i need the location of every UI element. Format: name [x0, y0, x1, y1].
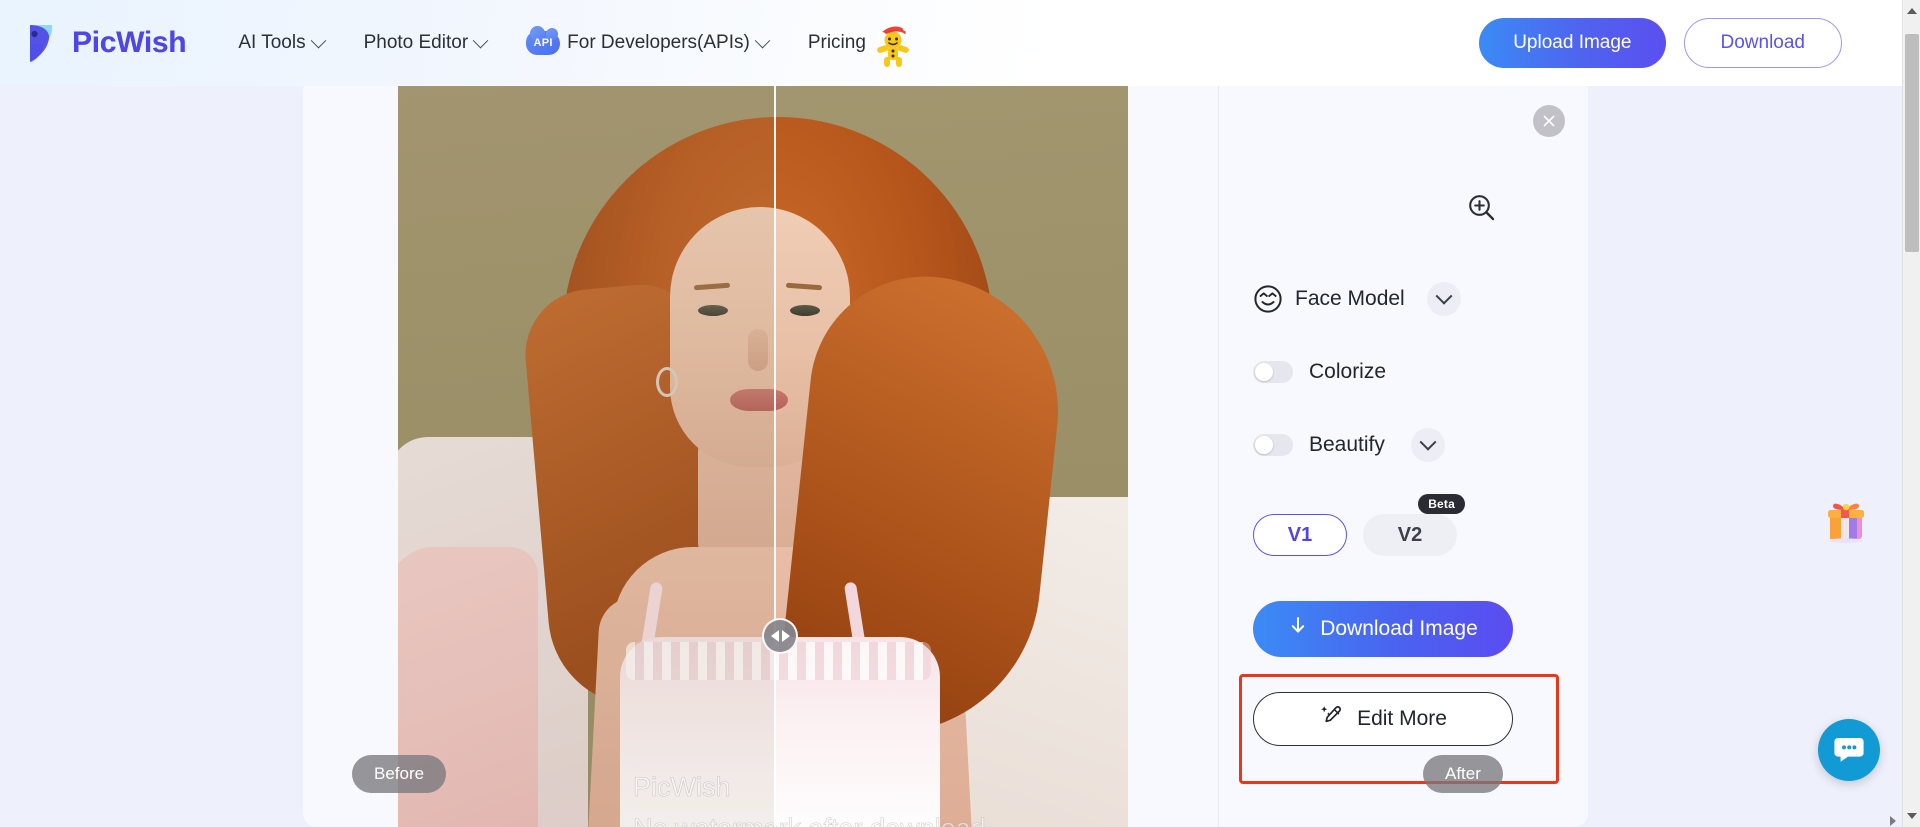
face-model-label: Face Model — [1295, 287, 1405, 310]
nav-item-photo-editor[interactable]: Photo Editor — [363, 32, 489, 54]
scroll-right-arrow-icon[interactable] — [1890, 816, 1896, 826]
version-v2-button[interactable]: V2 Beta — [1363, 494, 1465, 556]
colorize-toggle[interactable] — [1253, 361, 1293, 383]
chat-bubble-icon[interactable] — [1818, 719, 1880, 781]
chevron-down-icon — [310, 32, 326, 48]
scroll-down-arrow-icon[interactable] — [1907, 813, 1917, 819]
upload-image-button[interactable]: Upload Image — [1479, 18, 1666, 68]
beta-badge: Beta — [1418, 494, 1465, 514]
version-v2-label: V2 — [1397, 523, 1423, 546]
scrollbar-thumb[interactable] — [1905, 34, 1919, 252]
left-arrow-icon — [770, 630, 779, 642]
download-image-label: Download Image — [1320, 617, 1478, 640]
compare-slider-line — [774, 77, 777, 827]
logo[interactable]: PicWish — [22, 22, 187, 64]
download-button[interactable]: Download — [1683, 18, 1842, 68]
magic-wand-pencil-icon — [1319, 703, 1345, 735]
horizontal-scrollbar[interactable] — [0, 813, 1902, 827]
before-after-image[interactable]: PicWish No watermark after download — [398, 77, 1128, 827]
nav-label: AI Tools — [238, 32, 306, 53]
edit-more-button[interactable]: Edit More — [1253, 692, 1513, 746]
nav-item-pricing[interactable]: Pricing — [808, 19, 914, 67]
vertical-scrollbar[interactable] — [1902, 0, 1920, 827]
zoom-in-icon[interactable] — [1465, 191, 1499, 225]
photo-eye-right — [790, 305, 820, 316]
header-actions: Upload Image Download — [1479, 18, 1842, 68]
gingerbread-man-icon — [872, 19, 914, 67]
colorize-label: Colorize — [1309, 360, 1387, 383]
right-arrow-icon — [781, 630, 790, 642]
main-nav: AI Tools Photo Editor API For Developers… — [238, 19, 914, 67]
nav-label: Pricing — [807, 32, 866, 53]
picwish-bird-logo-icon — [22, 22, 62, 64]
site-header: PicWish AI Tools Photo Editor API For De… — [0, 0, 1902, 86]
image-canvas-area: PicWish No watermark after download Befo… — [303, 77, 1219, 827]
nav-label: For Developers(APIs) — [567, 32, 750, 53]
nav-item-for-developers[interactable]: API For Developers(APIs) — [526, 26, 771, 55]
version-v1-button[interactable]: V1 — [1253, 514, 1347, 556]
editor-card: PicWish No watermark after download Befo… — [303, 77, 1588, 827]
before-label: Before — [352, 755, 447, 793]
face-model-chevron-down-icon[interactable] — [1426, 282, 1461, 316]
beautify-chevron-down-icon[interactable] — [1410, 428, 1445, 462]
editor-stage: PicWish No watermark after download Befo… — [0, 77, 1902, 827]
colorize-row: Colorize — [1253, 360, 1553, 384]
api-cloud-icon: API — [526, 26, 561, 55]
face-model-icon — [1253, 284, 1283, 314]
logo-text: PicWish — [72, 26, 187, 59]
download-arrow-icon — [1288, 615, 1308, 643]
version-selector: V1 V2 Beta — [1253, 494, 1465, 556]
face-model-row[interactable]: Face Model — [1253, 282, 1553, 316]
download-image-button[interactable]: Download Image — [1253, 601, 1513, 657]
nav-item-ai-tools[interactable]: AI Tools — [238, 32, 326, 54]
chevron-down-icon — [472, 32, 489, 48]
edit-more-label: Edit More — [1357, 707, 1447, 730]
page-root: PicWish AI Tools Photo Editor API For De… — [0, 0, 1920, 827]
close-icon[interactable] — [1533, 105, 1565, 137]
nav-label: Photo Editor — [363, 32, 469, 53]
beautify-label: Beautify — [1309, 433, 1385, 456]
gift-box-icon[interactable] — [1820, 493, 1872, 545]
api-badge-text: API — [533, 37, 553, 49]
after-label: After — [1423, 755, 1503, 793]
photo-before-half-tint — [398, 77, 774, 827]
beautify-row: Beautify — [1253, 428, 1553, 462]
panel-controls: Face Model Colorize Beautify — [1253, 282, 1553, 462]
scroll-up-arrow-icon[interactable] — [1907, 8, 1917, 14]
settings-panel: Face Model Colorize Beautify V1 V2 Beta … — [1219, 77, 1588, 827]
compare-slider-handle[interactable] — [762, 618, 798, 654]
beautify-toggle[interactable] — [1253, 434, 1293, 456]
chevron-down-icon — [754, 32, 771, 48]
